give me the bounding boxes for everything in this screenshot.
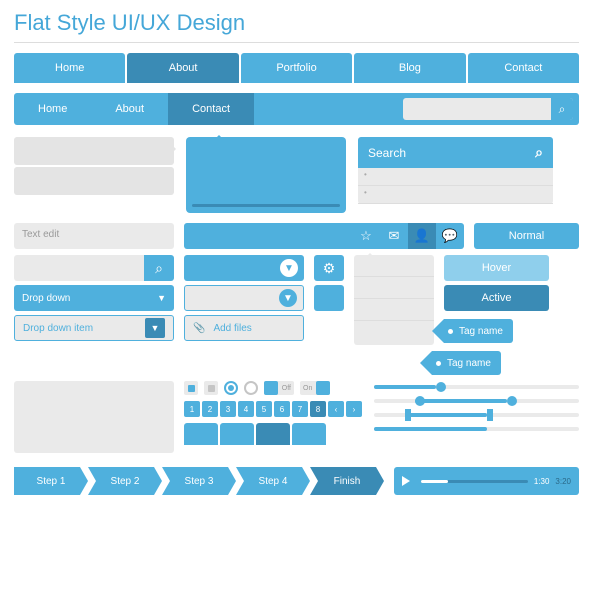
tag-label: Tag name bbox=[459, 326, 503, 337]
tag[interactable]: Tag name bbox=[432, 351, 501, 375]
dropdown-item-label: Drop down item bbox=[23, 323, 93, 334]
attachment-icon: 📎 bbox=[193, 323, 205, 334]
nav-portfolio[interactable]: Portfolio bbox=[241, 53, 352, 83]
nav-primary: Home About Portfolio Blog Contact bbox=[14, 53, 579, 83]
tabs bbox=[184, 423, 364, 445]
search-small-input[interactable] bbox=[14, 255, 144, 281]
search-icon[interactable]: ⌕ bbox=[144, 255, 174, 281]
download-icon: ▼ bbox=[279, 289, 297, 307]
page-6[interactable]: 6 bbox=[274, 401, 290, 417]
radio-checked[interactable] bbox=[224, 381, 238, 395]
page-next[interactable]: › bbox=[346, 401, 362, 417]
content-placeholder bbox=[14, 381, 174, 453]
tag[interactable]: Tag name bbox=[444, 319, 513, 343]
slider-single[interactable] bbox=[374, 385, 579, 389]
nav-search-input[interactable] bbox=[403, 104, 551, 115]
page-7[interactable]: 7 bbox=[292, 401, 308, 417]
player-total-time: 3:20 bbox=[555, 477, 571, 486]
dropdown-item[interactable]: Drop down item ▼ bbox=[14, 315, 174, 341]
nav-contact[interactable]: Contact bbox=[468, 53, 579, 83]
icon-toolbar: ☆ ✉ 👤 💬 bbox=[184, 223, 464, 249]
search-panel-label: Search bbox=[368, 146, 406, 160]
nav-about[interactable]: About bbox=[127, 53, 238, 83]
list-item[interactable]: • bbox=[358, 186, 553, 204]
checkbox-checked[interactable] bbox=[184, 381, 198, 395]
tag-label: Tag name bbox=[447, 358, 491, 369]
page-2[interactable]: 2 bbox=[202, 401, 218, 417]
settings-icon[interactable]: ⚙ bbox=[314, 255, 344, 281]
nav2-about[interactable]: About bbox=[91, 93, 168, 125]
tab-3[interactable] bbox=[256, 423, 290, 445]
page-4[interactable]: 4 bbox=[238, 401, 254, 417]
radio-unchecked[interactable] bbox=[244, 381, 258, 395]
toggle-off[interactable]: Off bbox=[264, 381, 294, 395]
nav-search: ⌕ bbox=[403, 98, 573, 120]
add-files-label: Add files bbox=[213, 323, 251, 334]
slider-bar-range[interactable] bbox=[374, 413, 579, 417]
text-edit-input[interactable]: Text edit bbox=[14, 223, 174, 249]
audio-player: 1:30 3:20 bbox=[394, 467, 579, 495]
list-item[interactable] bbox=[354, 299, 434, 321]
nav2-contact[interactable]: Contact bbox=[168, 93, 254, 125]
page-5[interactable]: 5 bbox=[256, 401, 272, 417]
dropdown-label: Drop down bbox=[22, 293, 70, 304]
page-1[interactable]: 1 bbox=[184, 401, 200, 417]
list-item[interactable]: • bbox=[358, 168, 553, 186]
chevron-down-icon: ▼ bbox=[145, 318, 165, 338]
nav-blog[interactable]: Blog bbox=[354, 53, 465, 83]
menu-button[interactable] bbox=[314, 285, 344, 311]
search-icon[interactable]: ⌕ bbox=[535, 144, 543, 161]
nav-secondary: Home About Contact ⌕ bbox=[14, 93, 579, 125]
chevron-down-icon: ▼ bbox=[157, 293, 166, 303]
page-prev[interactable]: ‹ bbox=[328, 401, 344, 417]
list-item[interactable] bbox=[354, 255, 434, 277]
slider-range[interactable] bbox=[374, 399, 579, 403]
checkbox-unchecked[interactable] bbox=[204, 381, 218, 395]
search-icon[interactable]: ⌕ bbox=[551, 98, 573, 120]
step-1[interactable]: Step 1 bbox=[14, 467, 88, 495]
dropdown-panel bbox=[354, 255, 434, 345]
download-button-outline[interactable]: ▼ bbox=[184, 285, 304, 311]
step-3[interactable]: Step 3 bbox=[162, 467, 236, 495]
speech-bubble-grey bbox=[14, 137, 174, 213]
tab-4[interactable] bbox=[292, 423, 326, 445]
tab-1[interactable] bbox=[184, 423, 218, 445]
page-title: Flat Style UI/UX Design bbox=[14, 10, 579, 36]
button-normal[interactable]: Normal bbox=[474, 223, 579, 249]
page-8[interactable]: 8 bbox=[310, 401, 326, 417]
dropdown[interactable]: Drop down ▼ bbox=[14, 285, 174, 311]
download-button-solid[interactable]: ▼ bbox=[184, 255, 304, 281]
user-icon[interactable]: 👤 bbox=[408, 223, 436, 249]
button-hover[interactable]: Hover bbox=[444, 255, 549, 281]
step-wizard: Step 1 Step 2 Step 3 Step 4 Finish bbox=[14, 467, 384, 495]
search-panel: Search ⌕ • • bbox=[358, 137, 553, 213]
step-finish[interactable]: Finish bbox=[310, 467, 384, 495]
download-icon: ▼ bbox=[280, 259, 298, 277]
play-icon[interactable] bbox=[402, 476, 415, 486]
pagination: 1 2 3 4 5 6 7 8 ‹ › bbox=[184, 401, 364, 417]
chat-icon[interactable]: 💬 bbox=[436, 223, 464, 249]
add-files-button[interactable]: 📎 Add files bbox=[184, 315, 304, 341]
step-4[interactable]: Step 4 bbox=[236, 467, 310, 495]
page-3[interactable]: 3 bbox=[220, 401, 236, 417]
step-2[interactable]: Step 2 bbox=[88, 467, 162, 495]
nav2-home[interactable]: Home bbox=[14, 93, 91, 125]
nav-home[interactable]: Home bbox=[14, 53, 125, 83]
star-icon[interactable]: ☆ bbox=[352, 223, 380, 249]
button-active[interactable]: Active bbox=[444, 285, 549, 311]
player-track[interactable] bbox=[421, 480, 528, 483]
player-current-time: 1:30 bbox=[534, 477, 550, 486]
toggle-on[interactable]: On bbox=[300, 381, 330, 395]
divider bbox=[14, 42, 579, 43]
progress-bar bbox=[374, 427, 579, 431]
tab-2[interactable] bbox=[220, 423, 254, 445]
list-item[interactable] bbox=[354, 277, 434, 299]
search-panel-header[interactable]: Search ⌕ bbox=[358, 137, 553, 168]
mail-icon[interactable]: ✉ bbox=[380, 223, 408, 249]
search-small: ⌕ bbox=[14, 255, 174, 281]
form-controls: Off On bbox=[184, 381, 364, 395]
search-results: • • bbox=[358, 168, 553, 204]
speech-bubble-blue bbox=[186, 137, 346, 213]
